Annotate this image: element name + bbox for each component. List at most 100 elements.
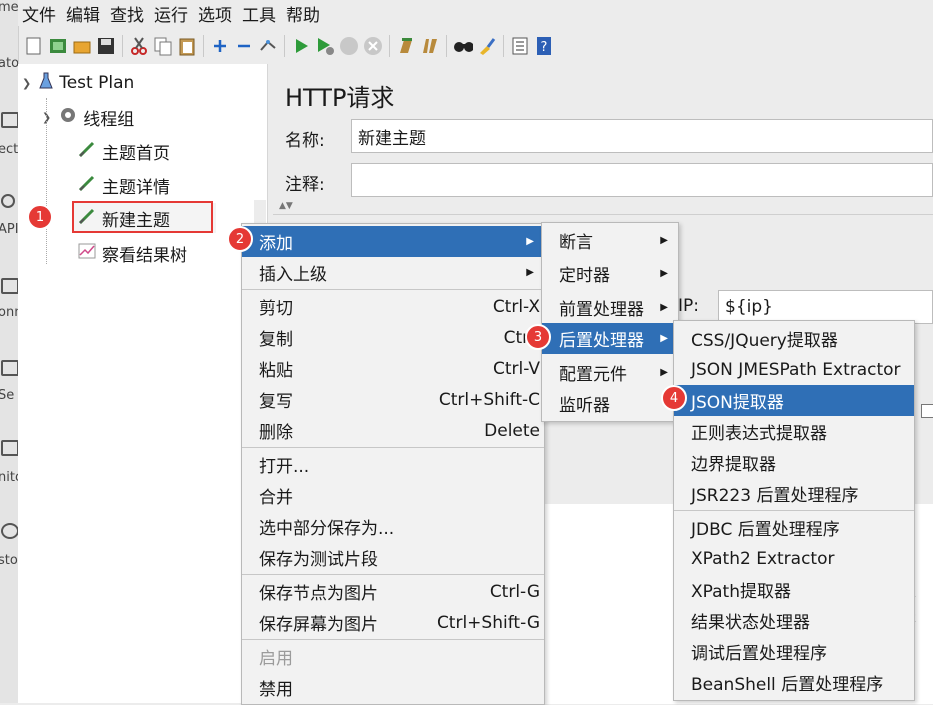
checkbox[interactable]: [921, 404, 933, 418]
name-field[interactable]: 新建主题: [351, 119, 933, 153]
menu-item-label: 边界提取器: [691, 455, 776, 475]
add-submenu: 断言 ▶ 定时器 ▶ 前置处理器 ▶ 后置处理器 ▶ 配置元件 ▶ 监听器: [541, 222, 679, 422]
shutdown-icon[interactable]: [363, 36, 383, 56]
menu-item-disable[interactable]: 禁用: [242, 672, 544, 703]
shortcut-label: Ctrl-X: [492, 296, 540, 317]
ip-field[interactable]: ${ip}: [718, 290, 933, 324]
menu-item-open[interactable]: 打开...: [242, 449, 544, 480]
menu-item-beanshell-postprocessor[interactable]: BeanShell 后置处理程序: [674, 667, 914, 698]
help-icon[interactable]: ?: [534, 36, 554, 56]
strip-text: onm: [0, 305, 18, 320]
menu-help[interactable]: 帮助: [282, 1, 324, 26]
menu-item-post-processors[interactable]: 后置处理器 ▶: [542, 323, 678, 354]
menu-item-regex-extractor[interactable]: 正则表达式提取器: [674, 416, 914, 447]
tree-node-test-plan[interactable]: ❯ Test Plan: [22, 68, 134, 98]
menu-item-listeners[interactable]: 监听器: [542, 388, 678, 419]
menu-search[interactable]: 查找: [106, 1, 148, 26]
start-no-pause-icon[interactable]: [315, 36, 335, 56]
menu-item-label: CSS/JQuery提取器: [691, 331, 838, 351]
menu-item-duplicate[interactable]: 复写 Ctrl+Shift-C: [242, 384, 544, 415]
copy-icon[interactable]: [153, 36, 173, 56]
paste-icon[interactable]: [177, 36, 197, 56]
menu-file[interactable]: 文件: [18, 1, 60, 26]
function-helper-icon[interactable]: [510, 36, 530, 56]
save-icon[interactable]: [96, 36, 116, 56]
menu-item-config-elements[interactable]: 配置元件 ▶: [542, 357, 678, 388]
environment-icon: [1, 278, 18, 294]
menu-separator: [242, 289, 544, 290]
menu-item-jsr223-postprocessor[interactable]: JSR223 后置处理程序: [674, 478, 914, 509]
menu-item-save-screen-image[interactable]: 保存屏幕为图片 Ctrl+Shift-G: [242, 607, 544, 638]
toolbar: ?: [18, 30, 933, 62]
menu-item-delete[interactable]: 删除 Delete: [242, 415, 544, 446]
menu-item-css-jquery-extractor[interactable]: CSS/JQuery提取器: [674, 323, 914, 354]
menu-item-boundary-extractor[interactable]: 边界提取器: [674, 447, 914, 478]
menu-item-paste[interactable]: 粘贴 Ctrl-V: [242, 353, 544, 384]
toolbar-separator: [203, 35, 204, 57]
menu-item-save-selection[interactable]: 选中部分保存为...: [242, 511, 544, 542]
strip-text: Se: [0, 388, 15, 403]
clear-icon[interactable]: [396, 36, 416, 56]
tree-node-sampler[interactable]: 主题首页: [78, 136, 170, 166]
stop-icon[interactable]: [339, 36, 359, 56]
menu-item-save-node-image[interactable]: 保存节点为图片 Ctrl-G: [242, 576, 544, 607]
tree-node-thread-group[interactable]: ❯ 线程组: [42, 102, 134, 132]
tree-node-listener[interactable]: 察看结果树: [78, 238, 187, 268]
shortcut-label: Ctrl+Shift-C: [438, 389, 540, 410]
step-badge: 3: [525, 324, 551, 350]
menu-item-debug-postprocessor[interactable]: 调试后置处理程序: [674, 636, 914, 667]
menu-item-save-fragment[interactable]: 保存为测试片段: [242, 542, 544, 573]
menu-item-xpath-extractor[interactable]: XPath提取器: [674, 574, 914, 605]
toolbar-separator: [446, 35, 447, 57]
strip-text: ecti: [0, 142, 19, 157]
menu-item-xpath2-extractor[interactable]: XPath2 Extractor: [674, 543, 914, 574]
menu-item-enable: 启用: [242, 641, 544, 672]
menu-item-pre-processors[interactable]: 前置处理器 ▶: [542, 292, 678, 323]
templates-icon[interactable]: [48, 36, 68, 56]
shortcut-label: Ctrl-G: [489, 581, 540, 602]
menu-item-timers[interactable]: 定时器 ▶: [542, 258, 678, 289]
shortcut-label: Ctrl+Shift-G: [436, 612, 540, 633]
collapse-icon[interactable]: [234, 36, 254, 56]
chevron-down-icon[interactable]: ❯: [22, 77, 31, 90]
cut-icon[interactable]: [129, 36, 149, 56]
open-icon[interactable]: [72, 36, 92, 56]
menu-item-jdbc-postprocessor[interactable]: JDBC 后置处理程序: [674, 512, 914, 543]
menu-item-jmespath-extractor[interactable]: JSON JMESPath Extractor: [674, 354, 914, 385]
strip-text: ato: [0, 56, 19, 71]
search-icon[interactable]: [453, 36, 473, 56]
menu-item-json-extractor[interactable]: JSON提取器: [674, 385, 914, 416]
chevron-right-icon: ▶: [526, 267, 534, 278]
menu-item-assertions[interactable]: 断言 ▶: [542, 225, 678, 256]
menu-item-label: 保存屏幕为图片: [259, 615, 378, 635]
menu-edit[interactable]: 编辑: [62, 1, 104, 26]
expand-icon[interactable]: [210, 36, 230, 56]
menu-item-label: 保存节点为图片: [259, 584, 378, 604]
menubar: 文件 编辑 查找 运行 选项 工具 帮助: [18, 0, 933, 26]
comment-field[interactable]: [351, 163, 933, 197]
menu-item-label: 后置处理器: [559, 331, 644, 351]
tree-node-sampler[interactable]: 主题详情: [78, 170, 170, 200]
splitter-handle[interactable]: ▲▼: [279, 201, 293, 211]
menu-item-copy[interactable]: 复制 Ctrl-: [242, 322, 544, 353]
menu-item-insert-parent[interactable]: 插入上级 ▶: [242, 257, 544, 288]
step-badge: 1: [27, 204, 53, 230]
toggle-icon[interactable]: [258, 36, 278, 56]
comment-label: 注释:: [285, 175, 325, 195]
doc-icon: [1, 112, 18, 128]
step-badge: 2: [227, 226, 253, 252]
menu-item-label: 断言: [559, 233, 593, 253]
new-icon[interactable]: [24, 36, 44, 56]
menu-run[interactable]: 运行: [150, 1, 192, 26]
menu-item-cut[interactable]: 剪切 Ctrl-X: [242, 291, 544, 322]
menu-options[interactable]: 选项: [194, 1, 236, 26]
menu-item-merge[interactable]: 合并: [242, 480, 544, 511]
menu-item-add[interactable]: 添加 ▶: [242, 226, 544, 257]
menu-tools[interactable]: 工具: [238, 1, 280, 26]
reset-search-icon[interactable]: [477, 36, 497, 56]
menu-item-result-status-handler[interactable]: 结果状态处理器: [674, 605, 914, 636]
start-icon[interactable]: [291, 36, 311, 56]
menu-item-label: JSON JMESPath Extractor: [691, 359, 901, 380]
clear-all-icon[interactable]: [420, 36, 440, 56]
menu-item-label: 选中部分保存为...: [259, 519, 395, 539]
